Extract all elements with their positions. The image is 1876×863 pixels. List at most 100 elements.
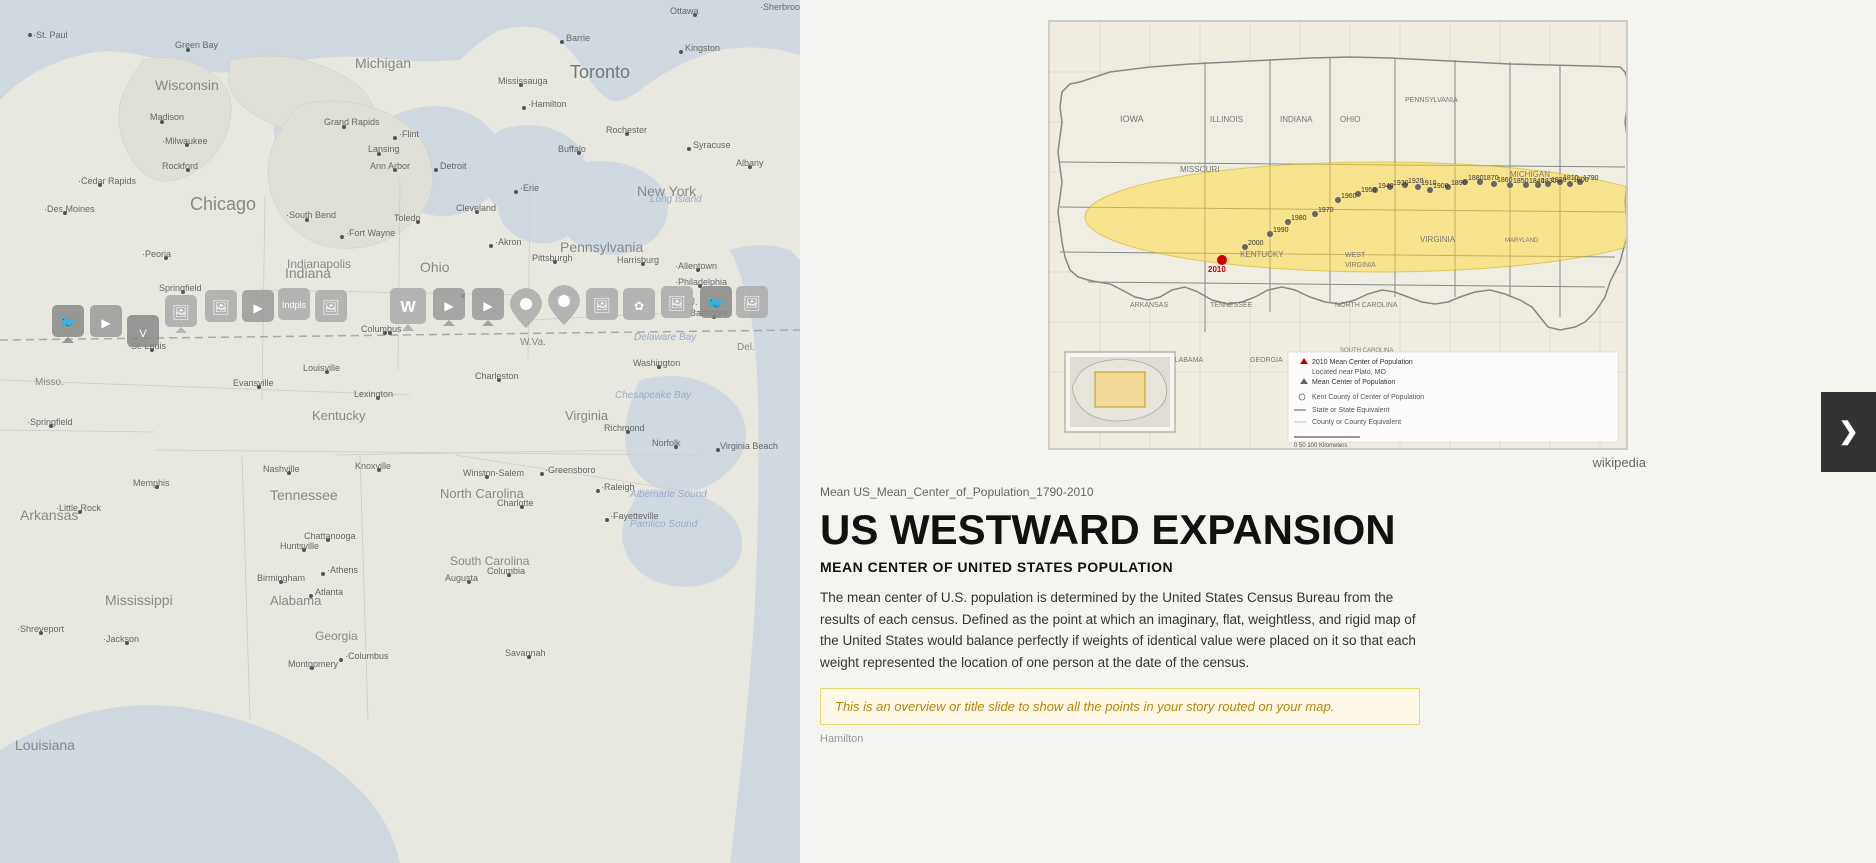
svg-text:Cleveland: Cleveland [456,203,496,213]
svg-text:·Erie: ·Erie [520,183,539,193]
svg-text:Green Bay: Green Bay [175,40,219,50]
svg-text:2010: 2010 [1208,265,1226,274]
svg-text:1930: 1930 [1393,180,1409,187]
svg-text:Harrisburg: Harrisburg [617,255,659,265]
svg-text:Nashville: Nashville [263,464,300,474]
svg-text:Memphis: Memphis [133,478,170,488]
svg-text:·Springfield: ·Springfield [27,417,73,427]
svg-text:OHIO: OHIO [1340,115,1360,124]
svg-text:Knoxville: Knoxville [355,461,391,471]
svg-text:·Philadelphia: ·Philadelphia [675,277,727,287]
svg-text:·Cedar Rapids: ·Cedar Rapids [78,176,137,186]
svg-text:·Greensboro: ·Greensboro [545,465,596,475]
svg-text:🐦: 🐦 [707,295,724,311]
description-text: The mean center of U.S. population is de… [820,587,1420,673]
svg-text:Huntsville: Huntsville [280,541,319,551]
svg-text:1980: 1980 [1291,215,1307,222]
left-map-panel[interactable]: Wisconsin Michigan Indiana Ohio Pennsylv… [0,0,800,863]
svg-text:Ottawa: Ottawa [670,6,699,16]
svg-text:0 50 100 Kilometers: 0 50 100 Kilometers [1294,443,1347,449]
wikipedia-link[interactable]: wikipedia [800,450,1876,470]
svg-text:1860: 1860 [1497,177,1513,184]
svg-text:🖼: 🖼 [212,299,230,315]
svg-text:MARYLAND: MARYLAND [1505,238,1539,244]
svg-text:Rockford: Rockford [162,161,198,171]
svg-text:1950: 1950 [1361,187,1377,194]
right-panel: IOWA ILLINOIS INDIANA OHIO PENNSYLVANIA … [800,0,1876,863]
svg-text:·South Bend: ·South Bend [286,210,336,220]
svg-text:GEORGIA: GEORGIA [1250,357,1283,364]
svg-text:1920: 1920 [1408,178,1424,185]
svg-text:Pittsburgh: Pittsburgh [532,253,573,263]
svg-text:Columbia: Columbia [487,566,525,576]
svg-text:Ann Arbor: Ann Arbor [370,161,410,171]
next-button-label: ❯ [1838,417,1858,446]
svg-text:🐦: 🐦 [59,314,76,330]
svg-text:1940: 1940 [1378,183,1394,190]
svg-text:Ohio: Ohio [420,259,450,275]
svg-text:·Athens: ·Athens [327,565,359,575]
svg-text:Virginia: Virginia [565,408,609,423]
svg-text:·Sherbrooke: ·Sherbrooke [760,2,800,12]
svg-text:·Allentown: ·Allentown [675,261,717,271]
svg-text:Chesapeake Bay: Chesapeake Bay [615,390,692,401]
svg-text:Charlotte: Charlotte [497,498,534,508]
sub-title: MEAN CENTER OF UNITED STATES POPULATION [820,559,1420,575]
svg-text:·Peoria: ·Peoria [142,249,171,259]
svg-text:Mississippi: Mississippi [105,592,173,608]
svg-text:Kent County of Center of Popu: Kent County of Center of Population [1312,394,1424,401]
svg-text:2000: 2000 [1248,240,1264,247]
svg-text:Grand Rapids: Grand Rapids [324,117,380,127]
svg-text:PENNSYLVANIA: PENNSYLVANIA [1405,97,1458,104]
svg-text:ILLINOIS: ILLINOIS [1210,115,1243,124]
next-button[interactable]: ❯ [1821,392,1876,472]
svg-text:Rochester: Rochester [606,125,647,135]
overview-note: This is an overview or title slide to sh… [820,688,1420,725]
svg-text:Indpls: Indpls [282,300,307,310]
hamilton-label: Hamilton [820,733,1420,745]
svg-text:Buffalo: Buffalo [558,144,586,154]
svg-text:1880: 1880 [1468,175,1484,182]
svg-text:·Fayetteville: ·Fayetteville [610,511,659,521]
content-area: Mean US_Mean_Center_of_Population_1790-2… [800,470,1650,760]
svg-text:Toronto: Toronto [570,62,630,82]
svg-text:·Columbus: ·Columbus [345,651,389,661]
svg-text:🖼: 🖼 [668,295,686,311]
svg-text:Albemarle Sound: Albemarle Sound [629,489,707,500]
svg-text:Birmingham: Birmingham [257,573,305,583]
wikipedia-label[interactable]: wikipedia [1593,455,1646,470]
svg-text:Winston-Salem: Winston-Salem [463,468,524,478]
svg-text:Syracuse: Syracuse [693,140,731,150]
svg-text:County or County Equivalent: County or County Equivalent [1312,419,1401,426]
svg-text:1870: 1870 [1483,175,1499,182]
svg-text:🖼: 🖼 [172,304,190,320]
svg-text:1970: 1970 [1318,207,1334,214]
svg-text:🖼: 🖼 [593,297,611,313]
svg-text:Atlanta: Atlanta [315,587,343,597]
svg-text:·Hamilton: ·Hamilton [528,99,567,109]
svg-text:·Little Rock: ·Little Rock [56,503,102,513]
svg-text:▶: ▶ [101,316,111,330]
svg-text:🖼: 🖼 [743,295,761,311]
svg-text:Located near Plato, MO: Located near Plato, MO [1312,369,1386,376]
svg-text:Washington: Washington [633,358,680,368]
svg-text:Del.: Del. [737,342,755,353]
svg-text:·Raleigh: ·Raleigh [601,482,635,492]
svg-text:Charleston: Charleston [475,371,519,381]
svg-text:Madison: Madison [150,112,184,122]
us-map-svg: Wisconsin Michigan Indiana Ohio Pennsylv… [0,0,800,863]
svg-text:ARKANSAS: ARKANSAS [1130,302,1168,309]
svg-text:1960: 1960 [1341,193,1357,200]
svg-text:1850: 1850 [1513,178,1529,185]
image-caption: Mean US_Mean_Center_of_Population_1790-2… [820,485,1420,499]
svg-text:MISSOURI: MISSOURI [1180,165,1220,174]
svg-text:Mississauga: Mississauga [498,76,548,86]
svg-text:▶: ▶ [253,301,263,315]
svg-text:Chicago: Chicago [190,194,256,214]
svg-text:Lansing: Lansing [368,144,400,154]
svg-text:W.Va.: W.Va. [520,337,546,348]
svg-text:Michigan: Michigan [355,55,411,71]
svg-text:1840: 1840 [1529,178,1545,185]
svg-text:·Flint: ·Flint [399,129,419,139]
svg-text:Savannah: Savannah [505,648,546,658]
